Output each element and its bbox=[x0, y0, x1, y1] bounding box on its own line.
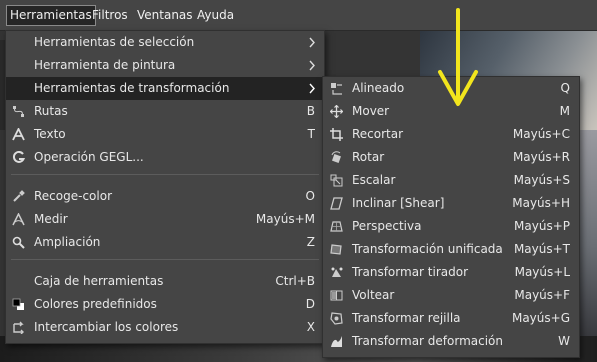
cage-transform-icon bbox=[330, 312, 343, 325]
tools-menu: Herramientas de selección Herramienta de… bbox=[5, 30, 325, 344]
menu-item-label: Rutas bbox=[34, 104, 68, 118]
text-icon bbox=[12, 128, 25, 141]
shortcut-label: Mayús+S bbox=[513, 173, 570, 187]
shortcut-label: B bbox=[306, 104, 315, 118]
shortcut-label: T bbox=[307, 127, 315, 141]
perspective-icon bbox=[330, 221, 343, 232]
align-icon bbox=[331, 83, 342, 95]
scale-icon bbox=[330, 174, 343, 187]
zoom-icon bbox=[12, 236, 25, 249]
menu-item-label: Transformación unificada bbox=[352, 242, 503, 256]
menu-item-label: Transformar deformación bbox=[352, 334, 504, 348]
menu-item-label: Caja de herramientas bbox=[34, 274, 164, 288]
menu-item-rotate[interactable]: Rotar Mayús+R bbox=[323, 146, 579, 169]
menu-item-unified-transform[interactable]: Transformación unificada Mayús+T bbox=[323, 238, 579, 261]
menu-item-label: Perspectiva bbox=[352, 219, 422, 233]
menu-item-label: Mover bbox=[352, 104, 390, 118]
menu-ventanas[interactable]: Ventanas bbox=[134, 6, 196, 25]
menu-item-label: Voltear bbox=[352, 288, 395, 302]
shortcut-label: Mayús+T bbox=[513, 242, 570, 256]
menu-item-label: Inclinar [Shear] bbox=[352, 196, 445, 210]
menu-item-default-colors[interactable]: Colores predefinidos D bbox=[6, 293, 324, 316]
menu-item-toolbox[interactable]: Caja de herramientas Ctrl+B bbox=[6, 270, 324, 293]
shortcut-label: M bbox=[559, 104, 570, 118]
menu-item-color-picker[interactable]: Recoge-color O bbox=[6, 185, 324, 208]
shortcut-label: W bbox=[558, 334, 570, 348]
shortcut-label: Mayús+C bbox=[512, 127, 570, 141]
menu-item-paint-tools[interactable]: Herramienta de pintura bbox=[6, 54, 324, 77]
flip-icon bbox=[330, 290, 343, 301]
annotation-arrow-icon bbox=[438, 8, 478, 106]
menu-item-text[interactable]: Texto T bbox=[6, 123, 324, 146]
shortcut-label: Z bbox=[306, 235, 315, 249]
menu-separator bbox=[11, 174, 319, 175]
menu-item-label: Alineado bbox=[352, 81, 405, 95]
menu-item-label: Escalar bbox=[352, 173, 396, 187]
menu-item-label: Transformar rejilla bbox=[352, 311, 461, 325]
menu-herramientas[interactable]: Herramientas bbox=[6, 5, 96, 26]
paths-icon bbox=[13, 106, 24, 117]
shortcut-label: Mayús+L bbox=[514, 265, 570, 279]
handle-transform-icon bbox=[331, 267, 343, 277]
transform-tools-submenu: Alineado Q Mover M Recortar Mayús+C Rota… bbox=[322, 76, 580, 358]
menu-item-label: Intercambiar los colores bbox=[34, 320, 179, 334]
menu-item-label: Ampliación bbox=[34, 235, 101, 249]
submenu-arrow-icon bbox=[309, 60, 315, 71]
menu-item-label: Recoge-color bbox=[34, 189, 112, 203]
menu-item-gegl[interactable]: Operación GEGL... bbox=[6, 146, 324, 169]
menu-item-cage-transform[interactable]: Transformar rejilla Mayús+G bbox=[323, 307, 579, 330]
shortcut-label: Mayús+R bbox=[512, 150, 570, 164]
shortcut-label: Mayús+M bbox=[255, 212, 315, 226]
menu-item-swap-colors[interactable]: Intercambiar los colores X bbox=[6, 316, 324, 339]
menu-bar: Herramientas Filtros Ventanas Ayuda bbox=[0, 0, 597, 31]
warp-transform-icon bbox=[331, 336, 342, 347]
rotate-icon bbox=[331, 151, 341, 163]
menu-item-label: Operación GEGL... bbox=[34, 150, 144, 164]
gegl-icon bbox=[12, 151, 25, 163]
menu-item-warp-transform[interactable]: Transformar deformación W bbox=[323, 330, 579, 353]
menu-item-handle-transform[interactable]: Transformar tirador Mayús+L bbox=[323, 261, 579, 284]
menu-item-label: Medir bbox=[34, 212, 68, 226]
submenu-arrow-icon bbox=[309, 83, 315, 94]
shortcut-label: Ctrl+B bbox=[275, 274, 315, 288]
menu-item-label: Rotar bbox=[352, 150, 385, 164]
menu-item-zoom[interactable]: Ampliación Z bbox=[6, 231, 324, 254]
menu-item-perspective[interactable]: Perspectiva Mayús+P bbox=[323, 215, 579, 238]
menu-item-transform-tools[interactable]: Herramientas de transformación bbox=[6, 77, 324, 100]
measure-icon bbox=[12, 213, 25, 226]
move-icon bbox=[330, 105, 343, 118]
crop-icon bbox=[330, 128, 343, 141]
menu-item-scale[interactable]: Escalar Mayús+S bbox=[323, 169, 579, 192]
menu-item-measure[interactable]: Medir Mayús+M bbox=[6, 208, 324, 231]
submenu-arrow-icon bbox=[309, 37, 315, 48]
menu-ayuda[interactable]: Ayuda bbox=[194, 6, 237, 25]
shortcut-label: Mayús+H bbox=[512, 196, 570, 210]
shear-icon bbox=[330, 197, 343, 210]
default-colors-icon bbox=[12, 298, 24, 310]
menu-item-label: Texto bbox=[34, 127, 66, 141]
shortcut-label: Q bbox=[560, 81, 570, 95]
shortcut-label: Mayús+G bbox=[511, 311, 570, 325]
menu-item-label: Recortar bbox=[352, 127, 404, 141]
shortcut-label: Mayús+P bbox=[514, 219, 570, 233]
unified-transform-icon bbox=[330, 244, 342, 255]
swap-colors-icon bbox=[13, 321, 24, 334]
menu-item-label: Transformar tirador bbox=[352, 265, 469, 279]
menu-item-flip[interactable]: Voltear Mayús+F bbox=[323, 284, 579, 307]
menu-item-crop[interactable]: Recortar Mayús+C bbox=[323, 123, 579, 146]
menu-separator bbox=[11, 259, 319, 260]
menu-item-label: Herramientas de transformación bbox=[34, 81, 230, 95]
menu-item-shear[interactable]: Inclinar [Shear] Mayús+H bbox=[323, 192, 579, 215]
shortcut-label: D bbox=[305, 297, 315, 311]
color-picker-icon bbox=[13, 190, 25, 202]
menu-filtros[interactable]: Filtros bbox=[89, 6, 131, 25]
shortcut-label: Mayús+F bbox=[514, 288, 570, 302]
menu-item-label: Herramienta de pintura bbox=[34, 58, 176, 72]
shortcut-label: O bbox=[305, 189, 315, 203]
menu-item-selection-tools[interactable]: Herramientas de selección bbox=[6, 31, 324, 54]
menu-item-label: Colores predefinidos bbox=[34, 297, 157, 311]
menu-item-label: Herramientas de selección bbox=[34, 35, 195, 49]
menu-item-paths[interactable]: Rutas B bbox=[6, 100, 324, 123]
shortcut-label: X bbox=[306, 320, 315, 334]
